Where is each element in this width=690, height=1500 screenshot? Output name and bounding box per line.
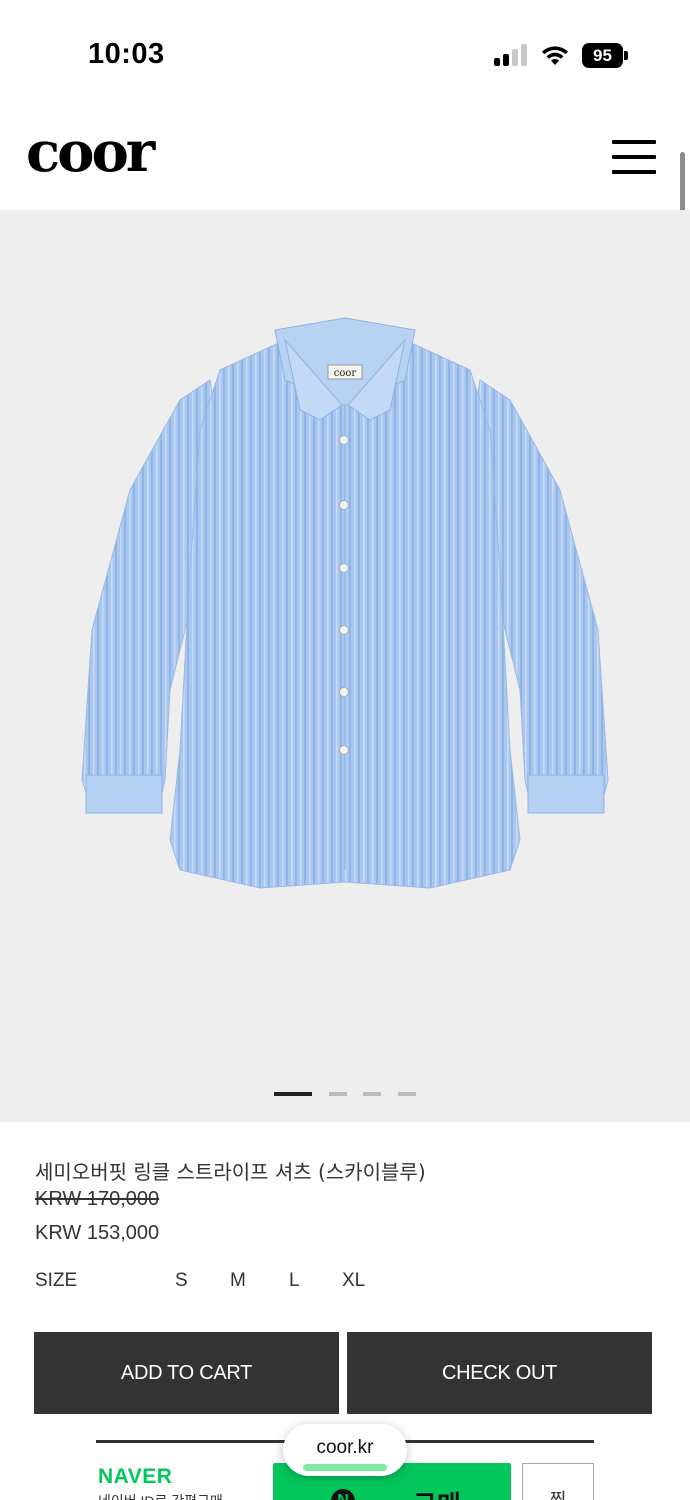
browser-url: coor.kr [316, 1437, 374, 1458]
status-bar: 10:03 95 [0, 0, 690, 100]
label-tag-text: coor [334, 368, 357, 379]
browser-url-pill[interactable]: coor.kr [283, 1424, 407, 1476]
hamburger-menu-icon[interactable] [612, 140, 656, 176]
size-label: SIZE [35, 1270, 78, 1291]
battery-level: 95 [582, 43, 623, 68]
site-logo[interactable]: coor [26, 124, 155, 180]
add-to-cart-button[interactable]: ADD TO CART [34, 1332, 339, 1414]
check-out-button[interactable]: CHECK OUT [347, 1332, 652, 1414]
wishlist-button[interactable]: 찜 [522, 1463, 594, 1500]
product-name: 세미오버핏 링클 스트라이프 셔츠 (스카이블루) [35, 1160, 426, 1184]
pager-dot-1[interactable] [274, 1092, 312, 1096]
product-gallery[interactable]: coor [0, 210, 690, 1122]
product-image: coor [81, 317, 609, 889]
size-option-xl[interactable]: XL [342, 1270, 365, 1292]
naver-logo: NAVER [98, 1465, 173, 1488]
naver-pay-label: pay 구매 [361, 1485, 461, 1500]
status-time: 10:03 [88, 38, 165, 70]
size-option-m[interactable]: M [230, 1270, 246, 1292]
size-option-l[interactable]: L [289, 1270, 300, 1292]
pager-dot-4[interactable] [398, 1092, 416, 1096]
url-glow [303, 1464, 387, 1471]
naver-n-icon: N [331, 1489, 355, 1500]
sale-price: KRW 153,000 [35, 1222, 160, 1244]
pager-dot-2[interactable] [329, 1092, 347, 1096]
pager-dot-3[interactable] [363, 1092, 381, 1096]
wifi-icon [542, 46, 568, 65]
site-header: coor [0, 100, 690, 210]
size-option-s[interactable]: S [175, 1270, 188, 1292]
naver-subtext: 네이버 ID로 간편구매 [98, 1491, 223, 1500]
signal-icon [494, 44, 530, 66]
original-price: KRW 170,000 [35, 1188, 160, 1210]
battery-icon: 95 [582, 43, 628, 68]
